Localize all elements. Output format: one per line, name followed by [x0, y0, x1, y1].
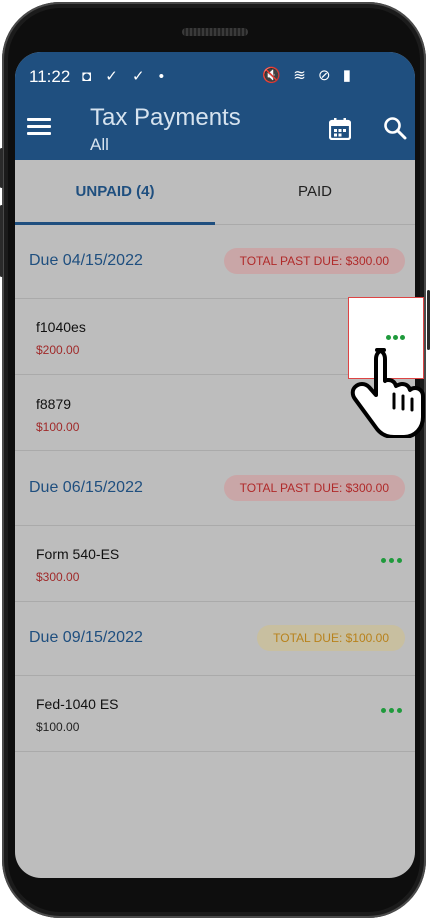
- more-options-icon[interactable]: [381, 556, 403, 564]
- tab-bar: UNPAID (4) PAID: [15, 160, 415, 225]
- calendar-icon[interactable]: [329, 118, 351, 140]
- payment-name: f8879: [36, 396, 72, 412]
- tab-unpaid-label: UNPAID (4): [75, 183, 155, 200]
- tab-unpaid[interactable]: UNPAID (4): [15, 160, 215, 225]
- menu-icon[interactable]: [27, 118, 51, 136]
- notification-icons: ◘ ✓ ✓ •: [82, 68, 169, 85]
- payment-amount: $100.00: [36, 720, 80, 734]
- due-date: Due 09/15/2022: [29, 629, 143, 646]
- page-subtitle: All: [90, 135, 109, 154]
- page-title: Tax Payments: [90, 104, 241, 131]
- tab-paid[interactable]: PAID: [215, 160, 415, 224]
- tab-paid-label: PAID: [298, 183, 332, 200]
- search-icon[interactable]: [383, 116, 407, 140]
- payment-amount: $100.00: [36, 420, 80, 434]
- due-group-header: Due 04/15/2022 TOTAL PAST DUE: $300.00: [15, 224, 415, 299]
- app-screen: 11:22 ◘ ✓ ✓ • 🔇 ≋ ⊘ ▮ Tax Payments All U…: [15, 52, 415, 878]
- phone-speaker: [182, 28, 248, 36]
- total-past-due-badge: TOTAL PAST DUE: $300.00: [223, 475, 405, 501]
- due-date: Due 06/15/2022: [29, 479, 143, 496]
- total-due-badge: TOTAL DUE: $100.00: [257, 625, 405, 651]
- pointer-hand-icon: [350, 348, 425, 438]
- status-bar: 11:22 ◘ ✓ ✓ • 🔇 ≋ ⊘ ▮: [15, 52, 415, 90]
- payment-name: Fed-1040 ES: [36, 696, 119, 712]
- payment-amount: $300.00: [36, 570, 80, 584]
- payment-name: f1040es: [36, 319, 86, 335]
- status-time: 11:22: [29, 67, 71, 86]
- system-icons: 🔇 ≋ ⊘ ▮: [262, 67, 355, 84]
- payment-name: Form 540-ES: [36, 546, 120, 562]
- due-group-header: Due 06/15/2022 TOTAL PAST DUE: $300.00: [15, 451, 415, 526]
- due-group-header: Due 09/15/2022 TOTAL DUE: $100.00: [15, 601, 415, 676]
- due-date: Due 04/15/2022: [29, 252, 143, 269]
- total-past-due-badge: TOTAL PAST DUE: $300.00: [223, 248, 405, 274]
- payment-row[interactable]: Fed-1040 ES $100.00: [15, 676, 415, 752]
- payment-row[interactable]: Form 540-ES $300.00: [15, 526, 415, 602]
- volume-button: [0, 148, 3, 188]
- more-options-icon[interactable]: [386, 333, 408, 341]
- volume-button-lower: [0, 205, 3, 277]
- more-options-icon[interactable]: [381, 706, 403, 714]
- payment-amount: $200.00: [36, 343, 80, 357]
- app-bar: Tax Payments All: [15, 90, 415, 160]
